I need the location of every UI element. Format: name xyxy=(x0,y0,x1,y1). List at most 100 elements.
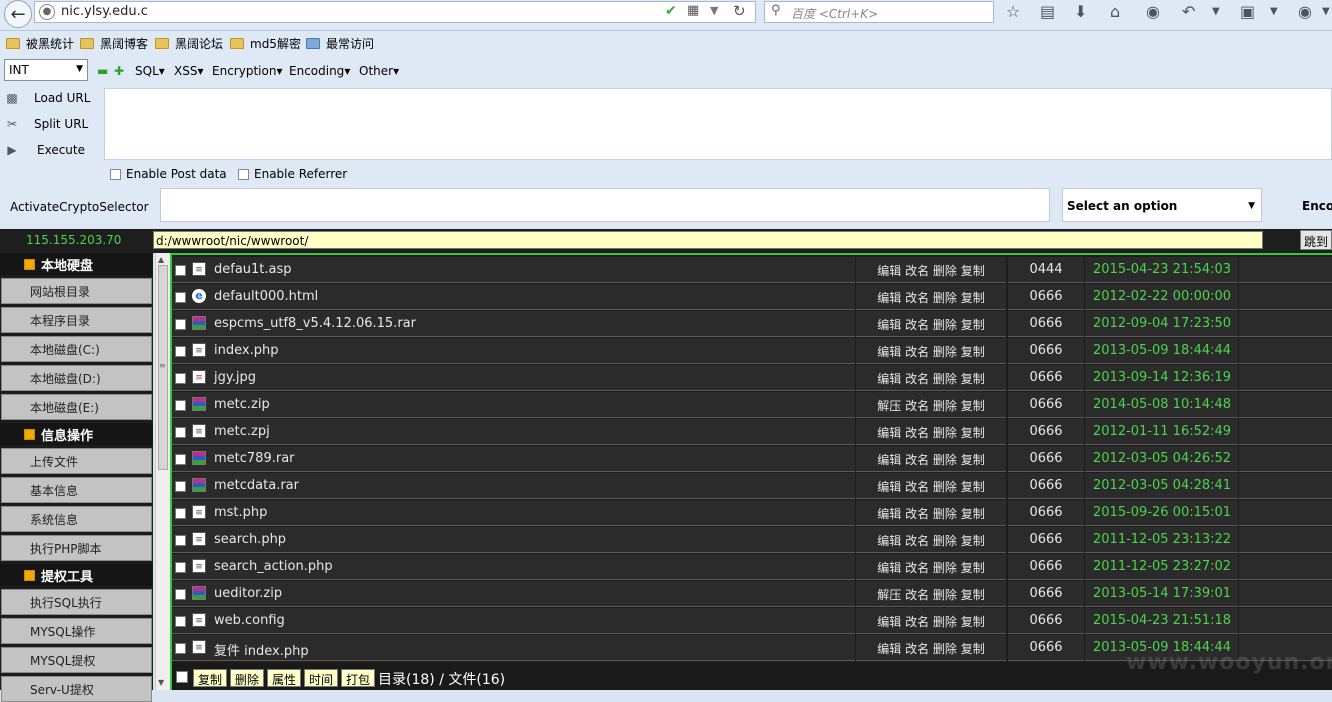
menu-sql[interactable]: SQL▾ xyxy=(135,64,165,78)
address-bar[interactable]: ● nic.ylsy.edu.c ✔ ▦ ▼ ↻ xyxy=(34,1,756,23)
file-actions[interactable]: 解压 改名 删除 复制 xyxy=(856,397,1006,414)
shield-icon[interactable]: ✔ xyxy=(665,3,677,19)
bookmark-item[interactable]: 黑阔博客 xyxy=(80,35,148,52)
table-row[interactable]: metc789.rar 编辑 改名 删除 复制 0666 2012-03-05 04:… xyxy=(172,446,1332,473)
sidebar-item[interactable]: 基本信息 xyxy=(1,477,152,503)
path-input[interactable]: d:/wwwroot/nic/wwwroot/ xyxy=(153,231,1263,249)
file-mtime[interactable]: 2013-09-14 12:36:19 xyxy=(1093,370,1231,385)
crop-dropdown-icon[interactable]: ▼ xyxy=(1270,6,1278,17)
file-actions[interactable]: 编辑 改名 删除 复制 xyxy=(856,505,1006,522)
undo-icon[interactable]: ↶ xyxy=(1182,2,1195,21)
split-url-button[interactable]: ✂ Split URL xyxy=(4,117,88,131)
dropdown-arrow-icon[interactable]: ▼ xyxy=(710,4,718,17)
row-checkbox[interactable] xyxy=(175,508,186,519)
star-icon[interactable]: ☆ xyxy=(1006,2,1020,21)
row-checkbox[interactable] xyxy=(175,319,186,330)
file-name[interactable]: metc789.rar xyxy=(214,451,295,466)
row-checkbox[interactable] xyxy=(175,265,186,276)
checkbox[interactable] xyxy=(110,168,121,180)
file-actions[interactable]: 编辑 改名 删除 复制 xyxy=(856,640,1006,657)
file-permission[interactable]: 0666 xyxy=(1008,343,1084,358)
sidebar-item[interactable]: 系统信息 xyxy=(1,506,152,532)
file-permission[interactable]: 0666 xyxy=(1008,478,1084,493)
bookmark-item[interactable]: 黑阔论坛 xyxy=(155,35,223,52)
file-mtime[interactable]: 2012-02-22 00:00:00 xyxy=(1093,289,1231,304)
file-actions[interactable]: 编辑 改名 删除 复制 xyxy=(856,370,1006,387)
file-permission[interactable]: 0666 xyxy=(1008,451,1084,466)
file-mtime[interactable]: 2015-04-23 21:54:03 xyxy=(1093,262,1231,277)
file-name[interactable]: jgy.jpg xyxy=(214,370,256,385)
file-permission[interactable]: 0666 xyxy=(1008,424,1084,439)
table-row[interactable]: e default000.html 编辑 改名 删除 复制 0666 2012-02-2… xyxy=(172,284,1332,311)
file-mtime[interactable]: 2011-12-05 23:27:02 xyxy=(1093,559,1231,574)
option-select[interactable]: Select an option ▼ xyxy=(1062,188,1262,222)
file-permission[interactable]: 0666 xyxy=(1008,505,1084,520)
execute-button[interactable]: ▶ Execute xyxy=(4,143,85,157)
sidebar-item[interactable]: 本地磁盘(E:) xyxy=(1,394,152,420)
menu-encryption[interactable]: Encryption▾ xyxy=(212,64,282,78)
chat-icon[interactable]: ◉ xyxy=(1146,2,1160,21)
row-checkbox[interactable] xyxy=(175,346,186,357)
sidebar-item[interactable]: 执行PHP脚本 xyxy=(1,535,152,561)
row-checkbox[interactable] xyxy=(175,292,186,303)
row-checkbox[interactable] xyxy=(175,616,186,627)
file-actions[interactable]: 编辑 改名 删除 复制 xyxy=(856,532,1006,549)
crypto-input[interactable] xyxy=(160,188,1050,222)
file-name[interactable]: default000.html xyxy=(214,289,318,304)
bookmark-item[interactable]: md5解密 xyxy=(230,35,301,52)
minus-icon[interactable]: ▬ xyxy=(97,64,108,78)
file-name[interactable]: ueditor.zip xyxy=(214,586,282,601)
sidebar-scrollbar[interactable]: ▲ ≡ ▼ xyxy=(155,253,170,690)
file-permission[interactable]: 0666 xyxy=(1008,397,1084,412)
table-row[interactable]: ≡ web.config 编辑 改名 删除 复制 0666 2015-04-23 21:… xyxy=(172,608,1332,635)
qr-code-icon[interactable]: ▦ xyxy=(687,3,699,18)
file-name[interactable]: web.config xyxy=(214,613,285,628)
crop-icon[interactable]: ▣ xyxy=(1240,2,1255,21)
row-checkbox[interactable] xyxy=(175,643,186,654)
table-row[interactable]: ≡ mst.php 编辑 改名 删除 复制 0666 2015-09-26 00:15:… xyxy=(172,500,1332,527)
file-actions[interactable]: 编辑 改名 删除 复制 xyxy=(856,424,1006,441)
file-permission[interactable]: 0666 xyxy=(1008,316,1084,331)
message-icon[interactable]: ◉ xyxy=(1298,2,1312,21)
sidebar-item[interactable]: Serv-U提权 xyxy=(1,676,152,702)
table-row[interactable]: metcdata.rar 编辑 改名 删除 复制 0666 2012-03-05 04… xyxy=(172,473,1332,500)
row-checkbox[interactable] xyxy=(175,427,186,438)
row-checkbox[interactable] xyxy=(175,454,186,465)
file-actions[interactable]: 编辑 改名 删除 复制 xyxy=(856,262,1006,279)
delete-button[interactable]: 删除 xyxy=(230,669,265,687)
jump-button[interactable]: 跳到 xyxy=(1300,230,1332,250)
sidebar-item[interactable]: 网站根目录 xyxy=(1,278,152,304)
file-mtime[interactable]: 2012-03-05 04:26:52 xyxy=(1093,451,1231,466)
reload-icon[interactable]: ↻ xyxy=(733,2,746,20)
bookmarks-list-icon[interactable]: ▤ xyxy=(1040,2,1055,21)
home-icon[interactable]: ⌂ xyxy=(1110,2,1120,21)
encode-label[interactable]: Enco xyxy=(1302,199,1332,213)
back-button[interactable]: ← xyxy=(4,0,32,28)
table-row[interactable]: ueditor.zip 解压 改名 删除 复制 0666 2013-05-14 17:… xyxy=(172,581,1332,608)
file-mtime[interactable]: 2013-05-14 17:39:01 xyxy=(1093,586,1231,601)
file-name[interactable]: defau1t.asp xyxy=(214,262,292,277)
row-checkbox[interactable] xyxy=(175,535,186,546)
type-select[interactable]: INT ▼ xyxy=(4,59,88,81)
file-name[interactable]: search.php xyxy=(214,532,286,547)
row-checkbox[interactable] xyxy=(175,562,186,573)
select-all-checkbox[interactable] xyxy=(176,671,188,683)
file-actions[interactable]: 编辑 改名 删除 复制 xyxy=(856,316,1006,333)
plus-icon[interactable]: ✚ xyxy=(114,64,124,78)
scroll-down-icon[interactable]: ▼ xyxy=(158,678,164,687)
file-permission[interactable]: 0666 xyxy=(1008,613,1084,628)
table-row[interactable]: ≡ metc.zpj 编辑 改名 删除 复制 0666 2012-01-11 16:52… xyxy=(172,419,1332,446)
sidebar-item[interactable]: 本地磁盘(C:) xyxy=(1,336,152,362)
enable-referrer-checkbox[interactable]: Enable Referrer xyxy=(238,167,347,181)
file-permission[interactable]: 0666 xyxy=(1008,289,1084,304)
file-name[interactable]: search_action.php xyxy=(214,559,333,574)
search-input[interactable]: ⚲ 百度 <Ctrl+K> xyxy=(764,1,994,23)
sidebar-item[interactable]: 上传文件 xyxy=(1,448,152,474)
file-mtime[interactable]: 2012-01-11 16:52:49 xyxy=(1093,424,1231,439)
enable-post-checkbox[interactable]: Enable Post data xyxy=(110,167,227,181)
file-name[interactable]: 复件 index.php xyxy=(214,640,309,659)
file-name[interactable]: mst.php xyxy=(214,505,267,520)
file-name[interactable]: metcdata.rar xyxy=(214,478,299,493)
sidebar-item[interactable]: MYSQL提权 xyxy=(1,647,152,673)
sidebar-item[interactable]: 本地磁盘(D:) xyxy=(1,365,152,391)
